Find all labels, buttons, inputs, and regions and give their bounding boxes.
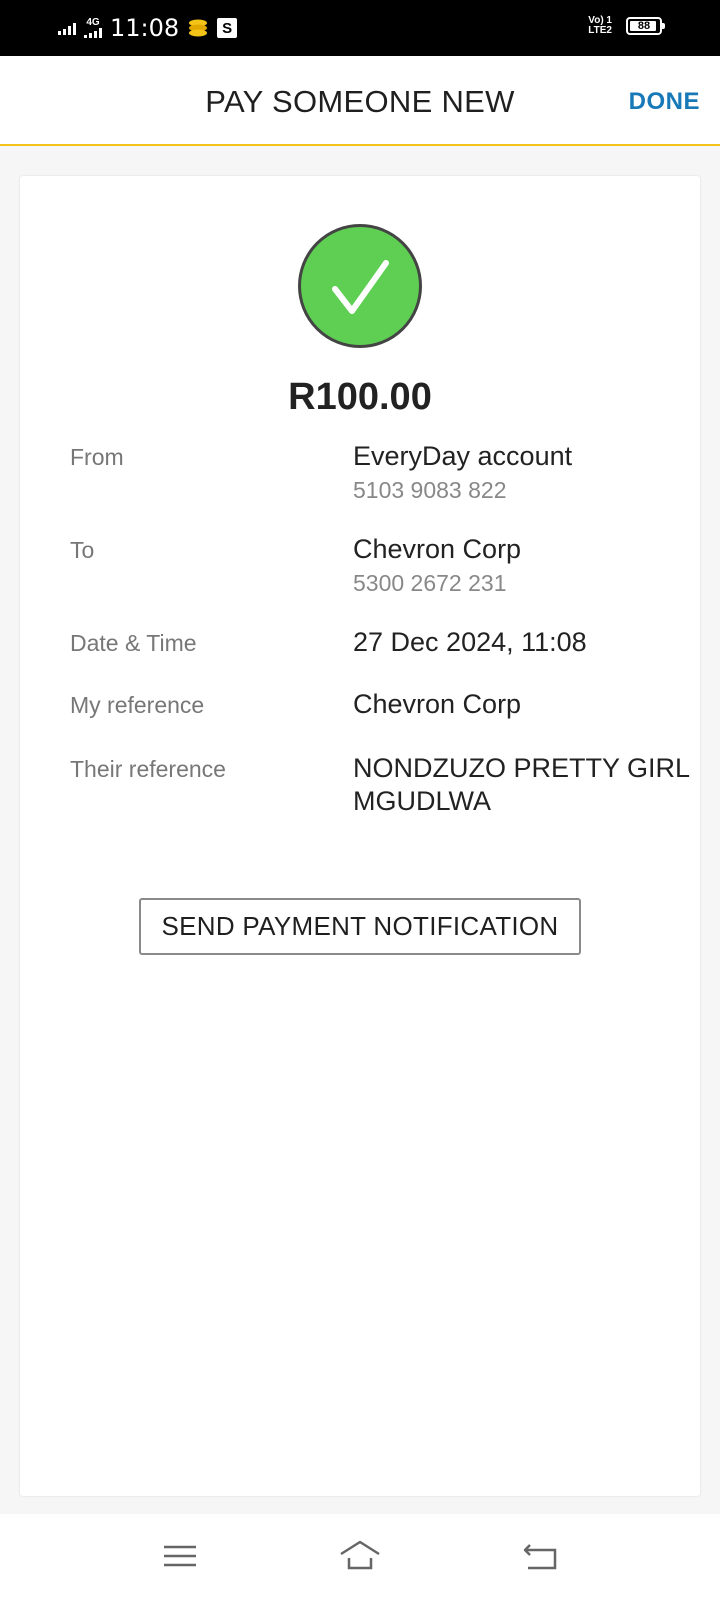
done-button[interactable]: DONE xyxy=(629,88,700,116)
signal-icon xyxy=(58,21,76,35)
back-icon[interactable] xyxy=(520,1536,564,1576)
to-label: To xyxy=(70,537,95,563)
app-header: PAY SOMEONE NEW DONE xyxy=(0,56,720,146)
my-reference-label: My reference xyxy=(70,692,205,718)
from-account-number: 5103 9083 822 xyxy=(353,477,507,503)
check-circle-icon xyxy=(298,224,422,348)
app-stack-icon xyxy=(187,17,209,39)
status-time: 11:08 xyxy=(110,14,180,42)
s-app-icon: S xyxy=(217,18,238,38)
status-bar: 4G 11:08 S Vo) 1 LTE2 88 xyxy=(0,0,720,56)
menu-icon[interactable] xyxy=(158,1536,202,1576)
battery-icon: 88 xyxy=(626,17,665,35)
page-title: PAY SOMEONE NEW xyxy=(205,84,515,119)
system-nav-bar xyxy=(0,1514,720,1600)
to-recipient-name: Chevron Corp xyxy=(353,534,522,564)
home-icon[interactable] xyxy=(338,1536,382,1576)
payment-confirmation-card: R100.00 From EveryDay account 5103 9083 … xyxy=(20,176,700,1496)
their-reference-label: Their reference xyxy=(70,756,226,782)
date-value: 27 Dec 2024, 11:08 xyxy=(353,627,587,657)
from-label: From xyxy=(70,444,124,470)
battery-level: 88 xyxy=(637,20,651,32)
their-reference-value: NONDZUZO PRETTY GIRL MGUDLWA xyxy=(353,753,690,816)
from-account-name: EveryDay account xyxy=(353,441,573,471)
volte-icon: Vo) 1 LTE2 xyxy=(588,15,612,36)
send-payment-notification-button[interactable]: SEND PAYMENT NOTIFICATION xyxy=(139,898,581,955)
date-label: Date & Time xyxy=(70,630,197,656)
payment-amount: R100.00 xyxy=(288,376,432,418)
to-account-number: 5300 2672 231 xyxy=(353,570,507,596)
network-4g-icon: 4G xyxy=(84,18,102,38)
my-reference-value: Chevron Corp xyxy=(353,689,522,719)
